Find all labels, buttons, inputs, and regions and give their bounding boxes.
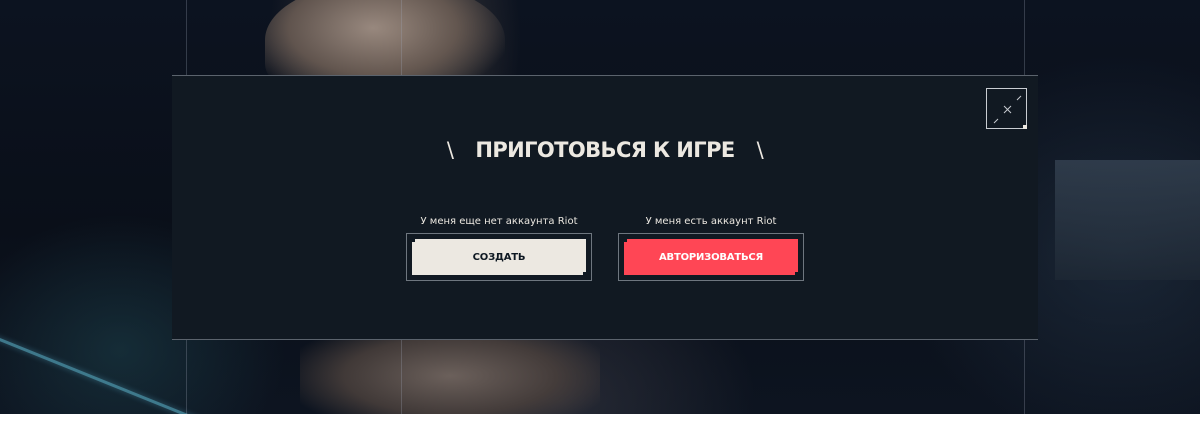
background-structure: [1055, 160, 1200, 280]
create-account-caption: У меня еще нет аккаунта Riot: [420, 216, 578, 227]
login-button[interactable]: АВТОРИЗОВАТЬСЯ: [624, 239, 798, 275]
title-slash-right: \: [756, 138, 764, 162]
modal-title: ПРИГОТОВЬСЯ К ИГРЕ: [475, 138, 735, 162]
modal-title-row: \ ПРИГОТОВЬСЯ К ИГРЕ \: [172, 134, 1038, 166]
button-corner-tick: [624, 239, 627, 242]
create-account-button[interactable]: СОЗДАТЬ: [412, 239, 586, 275]
button-corner-tick: [583, 272, 586, 275]
create-account-option: У меня еще нет аккаунта Riot СОЗДАТЬ: [406, 214, 592, 281]
close-button-corner-accent: [1023, 125, 1027, 129]
button-corner-tick: [795, 272, 798, 275]
button-corner-tick: [412, 239, 415, 242]
create-button-frame: СОЗДАТЬ: [406, 233, 592, 281]
character-coat-silhouette: [300, 340, 600, 414]
title-slash-left: \: [446, 138, 454, 162]
login-option: У меня есть аккаунт Riot АВТОРИЗОВАТЬСЯ: [618, 214, 804, 281]
close-modal-button[interactable]: [986, 88, 1027, 129]
get-ready-modal: \ ПРИГОТОВЬСЯ К ИГРЕ \ У меня еще нет ак…: [172, 75, 1038, 340]
background-hero-image: \ ПРИГОТОВЬСЯ К ИГРЕ \ У меня еще нет ак…: [0, 0, 1200, 414]
collapse-arrows-icon: [993, 95, 1022, 124]
login-caption: У меня есть аккаунт Riot: [645, 216, 777, 227]
login-button-frame: АВТОРИЗОВАТЬСЯ: [618, 233, 804, 281]
